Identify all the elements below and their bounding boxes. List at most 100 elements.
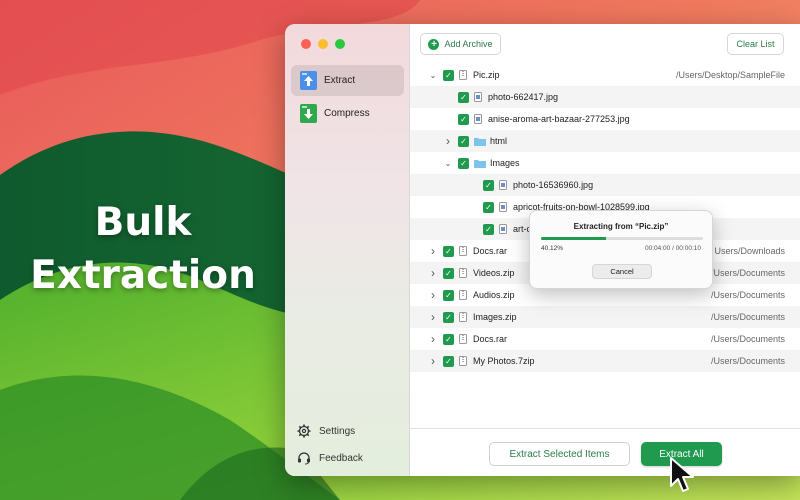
compress-arrow-down-icon [300,104,317,123]
list-item[interactable]: ✓ anise-aroma-art-bazaar-277253.jpg [410,108,800,130]
chevron-right-icon[interactable]: › [443,134,453,148]
chevron-down-icon[interactable]: ⌄ [428,71,438,80]
sidebar-item-label: Extract [324,75,356,86]
archive-file-icon [459,246,467,256]
sidebar-item-label: Compress [324,108,370,119]
list-item[interactable]: › ✓ My Photos.7zip/Users/Documents [410,350,800,372]
progress-percent: 40.12% [541,245,564,252]
cancel-button[interactable]: Cancel [592,264,652,279]
item-name: photo-662417.jpg [488,92,559,102]
item-name: Images [490,158,520,168]
image-file-icon [474,114,482,124]
chevron-down-icon[interactable]: ⌄ [443,159,453,168]
archive-file-icon [459,334,467,344]
list-item[interactable]: ⌄ ✓ Pic.zip/Users/Desktop/SampleFile [410,64,800,86]
dialog-title: Extracting from “Pic.zip” [573,222,669,231]
feedback-button[interactable]: Feedback [297,451,363,465]
settings-button[interactable]: Settings [297,424,355,438]
item-checkbox[interactable]: ✓ [443,245,454,257]
chevron-right-icon[interactable]: › [428,310,438,324]
item-path: /Users/Documents [710,290,785,300]
archive-file-icon [459,290,467,300]
item-path: /Users/Desktop/SampleFile [675,70,785,80]
item-name: Audios.zip [473,290,515,300]
item-checkbox[interactable]: ✓ [443,69,454,81]
clear-list-button[interactable]: Clear List [727,33,784,55]
list-item[interactable]: ✓ photo-16536960.jpg [410,174,800,196]
extract-selected-button[interactable]: Extract Selected Items [489,442,630,466]
feedback-label: Feedback [319,452,363,464]
item-name: anise-aroma-art-bazaar-277253.jpg [488,114,630,124]
extract-selected-label: Extract Selected Items [509,448,610,460]
item-checkbox[interactable]: ✓ [443,333,454,345]
item-checkbox[interactable]: ✓ [443,289,454,301]
sidebar-item-extract[interactable]: Extract [291,65,404,96]
settings-label: Settings [319,425,356,437]
item-name: Pic.zip [473,70,500,80]
item-path: /Users/Documents [710,312,785,322]
chevron-right-icon[interactable]: › [428,354,438,368]
add-archive-label: Add Archive [444,39,493,49]
hero-line-2: Extraction [30,253,256,298]
list-item[interactable]: › ✓ Docs.rar/Users/Documents [410,328,800,350]
add-archive-button[interactable]: + Add Archive [420,33,501,55]
item-checkbox[interactable]: ✓ [458,135,469,147]
plus-icon: + [428,38,440,50]
item-name: Videos.zip [473,268,515,278]
action-bar: Extract Selected Items Extract All [410,428,800,476]
archive-file-icon [459,312,467,322]
image-file-icon [499,180,507,190]
item-checkbox[interactable]: ✓ [443,311,454,323]
chevron-right-icon[interactable]: › [428,288,438,302]
archive-file-icon [459,356,467,366]
item-checkbox[interactable]: ✓ [458,157,469,169]
list-item[interactable]: ⌄ ✓ Images [410,152,800,174]
minimize-window-button[interactable] [318,39,328,49]
progress-bar-fill [541,237,606,240]
progress-bar [541,237,703,240]
item-checkbox[interactable]: ✓ [458,113,469,125]
item-checkbox[interactable]: ✓ [458,91,469,103]
item-name: Images.zip [473,312,517,322]
progress-time: 00:04:00 / 00:00:10 [644,245,701,252]
item-path: Users/Downloads [714,246,785,256]
cancel-label: Cancel [610,267,634,276]
chevron-right-icon[interactable]: › [428,332,438,346]
headset-icon [298,452,310,465]
chevron-right-icon[interactable]: › [428,244,438,258]
item-name: My Photos.7zip [473,356,535,366]
item-name: photo-16536960.jpg [513,180,594,190]
item-name: html [490,136,508,146]
item-path: /Users/Documents [710,268,785,278]
chevron-right-icon[interactable]: › [428,266,438,280]
item-checkbox[interactable]: ✓ [483,201,494,213]
clear-list-label: Clear List [736,39,775,49]
item-checkbox[interactable]: ✓ [443,267,454,279]
item-name: Docs.rar [473,334,508,344]
item-checkbox[interactable]: ✓ [483,179,494,191]
close-window-button[interactable] [301,39,311,49]
image-file-icon [499,202,507,212]
zoom-window-button[interactable] [335,39,345,49]
image-file-icon [499,224,507,234]
image-file-icon [474,92,482,102]
sidebar: Extract Compress Settings Feedback [285,24,410,476]
item-checkbox[interactable]: ✓ [443,355,454,367]
mouse-pointer-icon [670,457,694,492]
hero-heading: Bulk Extraction [0,196,286,302]
window-controls [301,39,345,49]
toolbar: + Add Archive Clear List [410,24,800,64]
archive-file-icon [459,70,467,80]
hero-line-1: Bulk [94,200,192,245]
sidebar-item-compress[interactable]: Compress [291,98,404,129]
archive-file-icon [459,268,467,278]
gear-icon [297,424,311,438]
item-name: Docs.rar [473,246,508,256]
list-item[interactable]: › ✓ Images.zip/Users/Documents [410,306,800,328]
list-item[interactable]: ✓ photo-662417.jpg [410,86,800,108]
list-item[interactable]: › ✓ html [410,130,800,152]
item-path: /Users/Documents [710,334,785,344]
item-checkbox[interactable]: ✓ [483,223,494,235]
extraction-progress-dialog: Extracting from “Pic.zip” 40.12% 00:04:0… [529,210,713,289]
folder-icon [474,137,486,146]
